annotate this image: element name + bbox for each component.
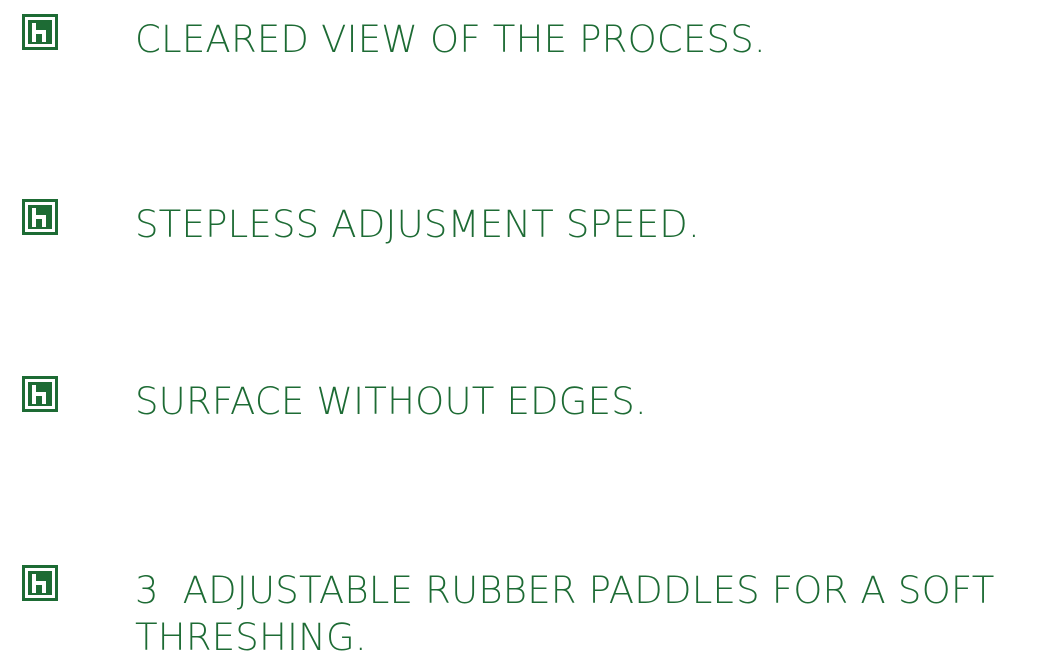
feature-text: 3 ADJUSTABLE RUBBER PADDLES FOR A SOFT T… (135, 569, 1007, 659)
logo-bullet-icon (22, 199, 58, 235)
logo-bullet-icon (22, 376, 58, 412)
feature-list: CLEARED VIEW OF THE PROCESS. STEPLESS AD… (0, 0, 1058, 669)
feature-text: CLEARED VIEW OF THE PROCESS. (135, 18, 766, 61)
logo-bullet-icon (22, 565, 58, 601)
feature-text: STEPLESS ADJUSMENT SPEED. (135, 203, 700, 246)
logo-bullet-icon (22, 14, 58, 50)
feature-text: SURFACE WITHOUT EDGES. (135, 380, 647, 423)
